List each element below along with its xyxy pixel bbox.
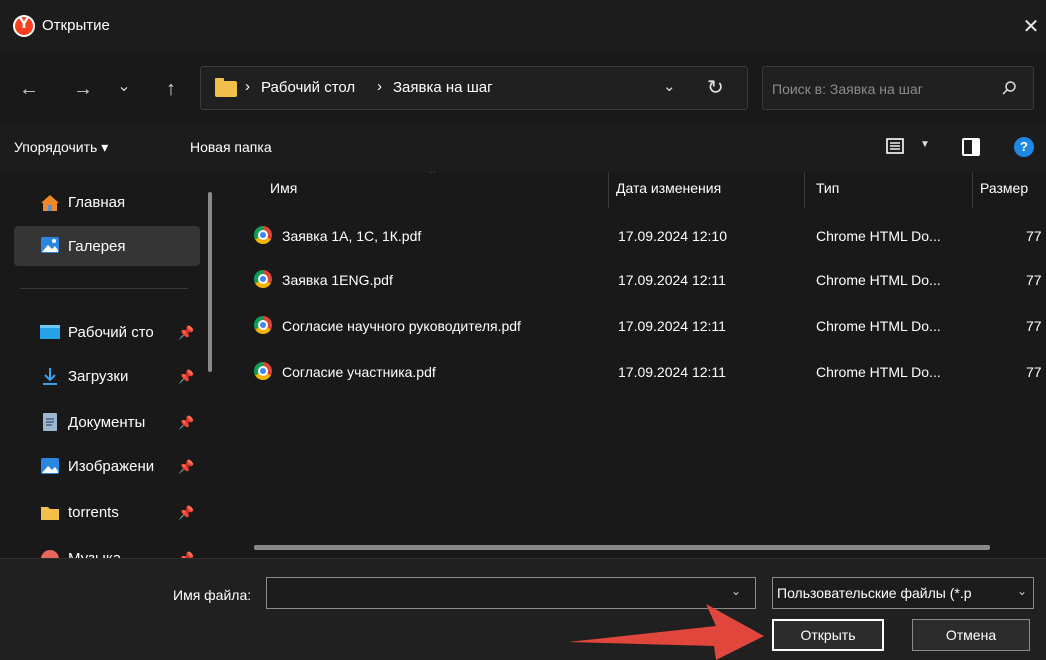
sidebar-item-label: Рабочий сто: [68, 324, 154, 341]
pin-icon: 📌: [178, 551, 194, 558]
download-icon: [43, 368, 57, 385]
pin-icon: 📌: [178, 415, 195, 430]
navigation-pane: Главная Галерея Рабочий сто 📌 Загрузки 📌…: [0, 172, 224, 558]
music-icon: [41, 550, 59, 558]
chrome-pdf-icon: [254, 316, 272, 334]
command-toolbar: Упорядочить ▾ Новая папка ▼ ?: [0, 124, 1046, 172]
column-header-size[interactable]: Размер: [980, 180, 1028, 196]
new-folder-button[interactable]: Новая папка: [190, 139, 272, 155]
cancel-button[interactable]: Отмена: [912, 619, 1030, 651]
column-separator[interactable]: [804, 172, 805, 208]
filename-label: Имя файла:: [173, 587, 252, 603]
help-icon[interactable]: ?: [1014, 137, 1034, 157]
folder-icon: [215, 78, 237, 97]
table-row[interactable]: Согласие научного руководителя.pdf 17.09…: [250, 306, 1046, 344]
column-separator[interactable]: [608, 172, 609, 208]
breadcrumb-separator: ›: [245, 78, 250, 95]
horizontal-scrollbar[interactable]: [254, 545, 990, 550]
sidebar-item-label: Музыка: [68, 550, 121, 558]
search-box[interactable]: [762, 66, 1034, 110]
table-row[interactable]: Заявка 1А, 1С, 1К.pdf 17.09.2024 12:10 C…: [250, 216, 1046, 254]
file-date: 17.09.2024 12:10: [618, 228, 727, 244]
folder-icon: [41, 507, 59, 520]
view-list-icon[interactable]: [886, 138, 904, 154]
file-name: Согласие участника.pdf: [282, 364, 436, 380]
yandex-browser-logo-icon: [13, 15, 35, 37]
table-row[interactable]: Заявка 1ENG.pdf 17.09.2024 12:11 Chrome …: [250, 260, 1046, 298]
file-size: 77: [1026, 228, 1042, 244]
organize-menu-button[interactable]: Упорядочить ▾: [14, 139, 108, 156]
refresh-icon[interactable]: ↻: [707, 75, 724, 100]
address-dropdown-icon[interactable]: ⌄: [663, 77, 676, 95]
sidebar-item-label: Галерея: [68, 238, 126, 255]
chrome-pdf-icon: [254, 226, 272, 244]
chrome-pdf-icon: [254, 270, 272, 288]
filetype-value: Пользовательские файлы (*.p: [777, 585, 972, 601]
view-options-chevron-down-icon[interactable]: ▼: [920, 139, 930, 150]
document-icon: [43, 413, 57, 431]
address-bar[interactable]: › Рабочий стол › Заявка на шаг ⌄ ↻: [200, 66, 748, 110]
file-size: 77: [1026, 318, 1042, 334]
chevron-down-icon[interactable]: ⌄: [1017, 584, 1027, 598]
home-icon: [41, 195, 59, 211]
annotation-arrow-icon: [568, 604, 764, 660]
sidebar-divider: [20, 288, 188, 289]
search-icon[interactable]: [1001, 80, 1017, 96]
file-size: 77: [1026, 272, 1042, 288]
back-button[interactable]: ←: [14, 74, 44, 104]
up-button[interactable]: ↑: [156, 74, 186, 104]
filetype-select[interactable]: Пользовательские файлы (*.p ⌄: [772, 577, 1034, 609]
file-type: Chrome HTML Do...: [816, 318, 941, 334]
desktop-icon: [40, 325, 60, 339]
forward-button[interactable]: →: [68, 74, 98, 104]
search-input[interactable]: [772, 78, 992, 100]
file-name: Согласие научного руководителя.pdf: [282, 318, 521, 334]
column-header-type[interactable]: Тип: [816, 180, 839, 196]
pin-icon: 📌: [178, 369, 195, 384]
pictures-icon: [41, 458, 59, 474]
column-header-date[interactable]: Дата изменения: [616, 180, 721, 196]
sidebar-item-label: Загрузки: [68, 368, 129, 385]
breadcrumb-desktop[interactable]: Рабочий стол: [261, 79, 355, 96]
pin-icon: 📌: [178, 459, 195, 474]
column-header-name[interactable]: Имя: [270, 180, 297, 196]
gallery-icon: [41, 237, 59, 253]
file-size: 77: [1026, 364, 1042, 380]
file-selection-panel: Имя файла: ⌄ Пользовательские файлы (*.p…: [0, 558, 1046, 660]
pin-icon: 📌: [178, 325, 195, 340]
window-title: Открытие: [42, 17, 110, 34]
sidebar-item-label: torrents: [68, 504, 119, 521]
breadcrumb-current-folder[interactable]: Заявка на шаг: [393, 79, 493, 96]
navigation-bar: ← → ⌄ ↑ › Рабочий стол › Заявка на шаг ⌄…: [0, 54, 1046, 124]
file-name: Заявка 1А, 1С, 1К.pdf: [282, 228, 422, 244]
file-date: 17.09.2024 12:11: [618, 364, 726, 380]
file-type: Chrome HTML Do...: [816, 272, 941, 288]
column-separator[interactable]: [972, 172, 973, 208]
file-date: 17.09.2024 12:11: [618, 318, 726, 334]
sidebar-scrollbar[interactable]: [208, 192, 212, 372]
open-button[interactable]: Открыть: [772, 619, 884, 651]
sidebar-item-label: Документы: [68, 414, 146, 431]
file-name: Заявка 1ENG.pdf: [282, 272, 393, 288]
breadcrumb-separator: ›: [377, 78, 382, 95]
file-type: Chrome HTML Do...: [816, 364, 941, 380]
recent-locations-button[interactable]: ⌄: [112, 72, 136, 102]
close-button[interactable]: ✕: [1016, 12, 1046, 42]
sidebar-item-label: Главная: [68, 194, 126, 211]
file-list: ^ Имя Дата изменения Тип Размер Заявка 1…: [224, 172, 1046, 558]
preview-pane-icon[interactable]: [962, 138, 980, 156]
title-bar: Открытие ✕: [0, 0, 1046, 54]
file-type: Chrome HTML Do...: [816, 228, 941, 244]
file-date: 17.09.2024 12:11: [618, 272, 726, 288]
sort-ascending-icon: ^: [430, 172, 435, 179]
sidebar-item-label: Изображени: [68, 458, 155, 475]
chrome-pdf-icon: [254, 362, 272, 380]
table-row[interactable]: Согласие участника.pdf 17.09.2024 12:11 …: [250, 352, 1046, 390]
pin-icon: 📌: [178, 505, 195, 520]
